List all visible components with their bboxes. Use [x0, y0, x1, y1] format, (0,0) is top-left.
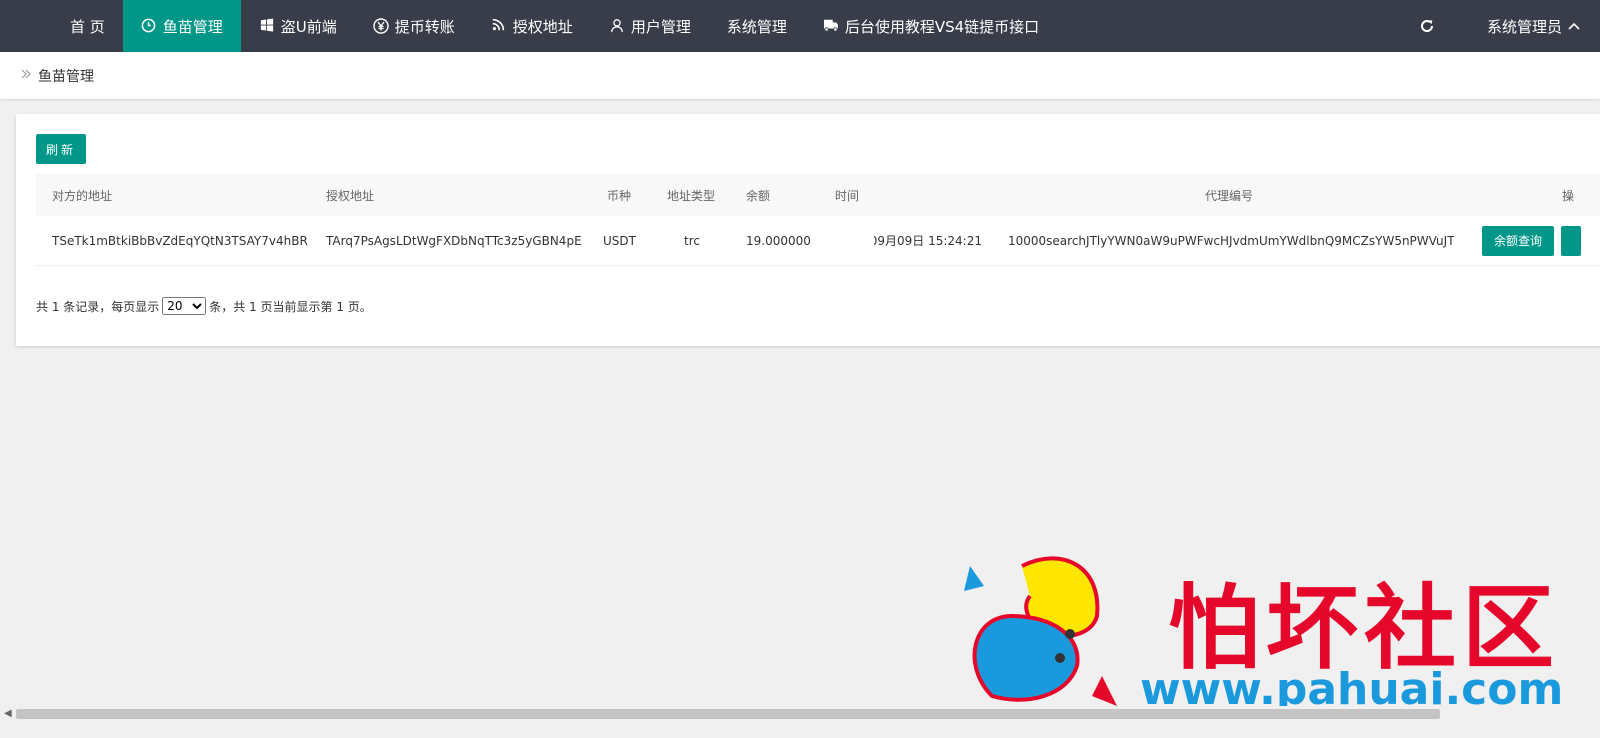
- nav-right-area: 系统管理员: [1407, 0, 1600, 52]
- refresh-button[interactable]: 刷新: [36, 134, 86, 164]
- nav-item-fish-management[interactable]: 鱼苗管理: [122, 0, 241, 52]
- nav-item-home[interactable]: 首 页: [0, 0, 123, 52]
- cell-balance: 19.000000: [746, 233, 811, 248]
- refresh-icon[interactable]: [1407, 0, 1447, 52]
- nav-item-label: 用户管理: [630, 17, 691, 36]
- balance-query-button[interactable]: 余额查询: [1482, 225, 1554, 256]
- horizontal-scrollbar[interactable]: ◀: [0, 706, 1600, 722]
- nav-item-system-management[interactable]: 系统管理: [709, 0, 805, 52]
- column-header-coin: 币种: [607, 188, 632, 203]
- nav-item-user-management[interactable]: 用户管理: [591, 0, 709, 52]
- nav-item-withdraw[interactable]: 提币转账: [355, 0, 473, 52]
- cell-time-text: 09月09日 15:24:21: [874, 234, 982, 248]
- scroll-left-arrow-icon[interactable]: ◀: [4, 708, 12, 719]
- column-header-auth-address: 授权地址: [326, 188, 375, 203]
- truck-icon: [823, 18, 839, 34]
- nav-item-label: 系统管理: [726, 17, 787, 36]
- user-menu[interactable]: 系统管理员: [1487, 16, 1600, 37]
- cell-auth-address: TArq7PsAgsLDtWgFXDbNqTTc3z5yGBN4pE: [326, 233, 582, 248]
- column-header-balance: 余额: [746, 188, 771, 203]
- cell-from-address: TSeTk1mBtkiBbBvZdEqYQtN3TSAY7v4hBR: [52, 233, 308, 248]
- breadcrumb-current: 鱼苗管理: [38, 68, 94, 85]
- scrollbar-thumb[interactable]: [16, 709, 1440, 719]
- user-icon: [609, 18, 625, 34]
- chevron-up-icon: [1568, 19, 1580, 33]
- table-header: 对方的地址 授权地址 币种 地址类型 余额 时间 代理编号 操: [36, 174, 1600, 216]
- nav-item-label: 鱼苗管理: [162, 17, 223, 36]
- column-header-operation: 操: [1562, 188, 1575, 203]
- data-table: 对方的地址 授权地址 币种 地址类型 余额 时间 代理编号 操 TSeTk1mB…: [36, 174, 1600, 266]
- column-header-time: 时间: [835, 188, 860, 203]
- user-name: 系统管理员: [1486, 17, 1562, 36]
- cell-coin: USDT: [603, 233, 636, 248]
- cell-time: 09月09日 15:24:21: [874, 232, 982, 249]
- yen-icon: [373, 18, 389, 34]
- rss-icon: [491, 18, 507, 34]
- nav-item-tutorial[interactable]: 后台使用教程VS4链提币接口: [805, 0, 1057, 52]
- cell-agent-id: 10000searchJTlyYWN0aW9uPWFwcHJvdmUmYWdlb…: [1008, 233, 1454, 248]
- content-panel: 刷新 对方的地址 授权地址 币种 地址类型 余额 时间 代理编号 操 TSeTk…: [16, 114, 1600, 346]
- nav-item-label: 首 页: [70, 17, 105, 36]
- nav-item-label: 后台使用教程VS4链提币接口: [844, 17, 1040, 36]
- fish-logo-icon: [964, 556, 1117, 706]
- double-chevron-right-icon: [20, 68, 32, 84]
- breadcrumb: 鱼苗管理: [0, 52, 1600, 99]
- pager-suffix: 条，共 1 页当前显示第 1 页。: [209, 299, 372, 314]
- column-header-agent-id: 代理编号: [1205, 188, 1254, 203]
- nav-item-frontend[interactable]: 盗U前端: [241, 0, 355, 52]
- page-size-select[interactable]: 20: [162, 297, 207, 315]
- nav-item-label: 授权地址: [512, 17, 573, 36]
- top-navbar: 首 页 鱼苗管理 盗U前端 提币转账 授权地址 用户管理 系统管理 后台使用教程…: [0, 0, 1600, 52]
- watermark: 怕坏社区 www.pahuai.com: [964, 546, 1600, 716]
- pagination: 共 1 条记录，每页显示 20 条，共 1 页当前显示第 1 页。: [36, 297, 372, 315]
- action-button-partial[interactable]: [1561, 225, 1581, 256]
- clock-icon: [141, 18, 157, 34]
- pager-prefix: 共 1 条记录，每页显示: [36, 299, 160, 314]
- nav-item-label: 提币转账: [394, 17, 455, 36]
- nav-item-label: 盗U前端: [280, 17, 337, 36]
- cell-address-type: trc: [684, 233, 700, 248]
- column-header-from-address: 对方的地址: [52, 188, 113, 203]
- nav-item-auth-address[interactable]: 授权地址: [473, 0, 591, 52]
- table-row: TSeTk1mBtkiBbBvZdEqYQtN3TSAY7v4hBR TArq7…: [36, 216, 1600, 266]
- column-header-address-type: 地址类型: [667, 188, 716, 203]
- windows-icon: [259, 18, 275, 34]
